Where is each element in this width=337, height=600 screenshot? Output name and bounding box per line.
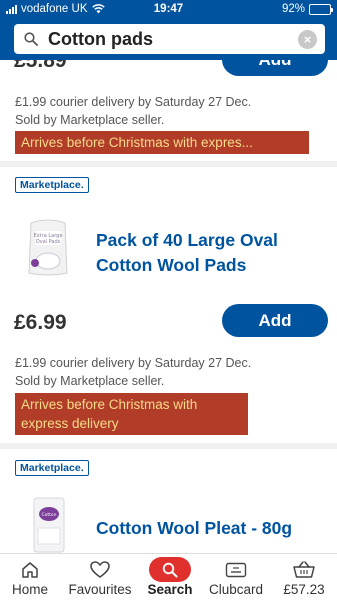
status-right: 92% — [281, 3, 333, 15]
search-query[interactable]: Cotton pads — [48, 29, 153, 50]
seller-line: Sold by Marketplace seller. — [15, 374, 165, 388]
close-icon[interactable]: × — [298, 30, 317, 49]
nav-clubcard-label: Clubcard — [208, 582, 264, 597]
product-title[interactable]: Cotton Wool Pleat - 80g — [96, 516, 326, 541]
christmas-banner: Arrives before Christmas with express de… — [15, 393, 248, 435]
svg-text:Oval Pads: Oval Pads — [36, 239, 61, 245]
nav-home-label: Home — [11, 582, 48, 597]
clubcard-icon — [225, 562, 247, 577]
nav-basket[interactable]: £57.23 — [276, 558, 332, 597]
home-icon — [22, 561, 38, 578]
search-icon — [162, 562, 178, 577]
battery-percent: 92% — [281, 3, 305, 15]
nav-home[interactable]: Home — [4, 558, 56, 597]
seller-line: Sold by Marketplace seller. — [15, 113, 165, 127]
nav-favourites[interactable]: Favourites — [60, 558, 140, 597]
delivery-info: £1.99 courier delivery by Saturday 27 De… — [15, 354, 251, 390]
nav-search[interactable]: Search — [142, 557, 198, 597]
search-icon — [24, 32, 38, 46]
svg-text:Cotton: Cotton — [41, 512, 56, 518]
christmas-banner: Arrives before Christmas with expres... — [15, 131, 309, 154]
product-title[interactable]: Pack of 40 Large Oval Cotton Wool Pads — [96, 228, 326, 278]
delivery-line: £1.99 courier delivery by Saturday 27 De… — [15, 356, 252, 370]
marketplace-badge: Marketplace. — [15, 460, 89, 476]
add-button[interactable]: Add — [222, 304, 328, 337]
nav-clubcard[interactable]: Clubcard — [200, 558, 272, 597]
product-image[interactable]: Cotton — [32, 496, 66, 553]
heart-icon — [90, 560, 110, 578]
status-bar: vodafone UK 19:47 92% — [0, 0, 337, 20]
search-header: Cotton pads × — [0, 20, 337, 60]
add-button[interactable]: Add — [222, 60, 328, 76]
delivery-line: £1.99 courier delivery by Saturday 27 De… — [15, 95, 252, 109]
battery-icon — [309, 3, 333, 15]
nav-favourites-label: Favourites — [68, 582, 132, 597]
product-price: £6.99 — [14, 311, 67, 334]
basket-icon — [293, 560, 315, 578]
divider — [0, 161, 337, 167]
delivery-info: £1.99 courier delivery by Saturday 27 De… — [15, 93, 251, 129]
divider — [0, 443, 337, 449]
nav-search-label: Search — [147, 582, 193, 597]
product-price: £5.89 — [14, 60, 67, 72]
results-list[interactable]: £5.89 Add £1.99 courier delivery by Satu… — [0, 60, 337, 553]
nav-basket-label: £57.23 — [283, 582, 325, 597]
bottom-nav: Home Favourites Search Clubcard £57.23 — [0, 553, 337, 600]
search-input[interactable]: Cotton pads × — [14, 24, 325, 54]
marketplace-badge: Marketplace. — [15, 177, 89, 193]
product-image[interactable]: Extra Large Oval Pads — [25, 217, 71, 277]
